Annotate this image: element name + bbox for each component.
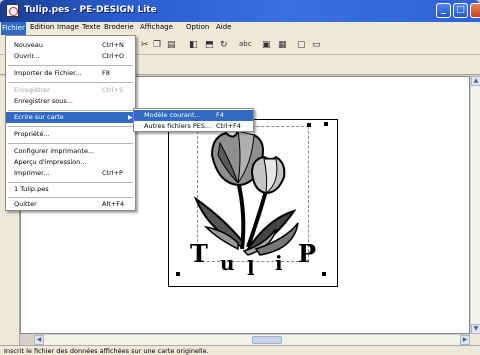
mirror-icon[interactable]: ◧	[189, 40, 198, 50]
scroll-up-icon[interactable]: ▲	[471, 76, 480, 86]
design-letter-i: i	[275, 251, 283, 275]
menu-fichier[interactable]: Fichier	[1, 22, 26, 35]
menu-image[interactable]: Image	[57, 23, 79, 31]
menu-item-importer[interactable]: Importer de Fichier... F8	[6, 68, 135, 79]
menu-item-configurer-imprimante[interactable]: Configurer imprimante...	[6, 146, 135, 157]
rotate-icon[interactable]: ↻	[220, 40, 228, 50]
submenu-item-autres-fichiers[interactable]: Autres fichiers PES... Ctrl+F4	[134, 121, 253, 132]
menu-separator	[8, 82, 133, 83]
scroll-left-icon[interactable]: ◀	[34, 335, 44, 345]
tulip-design[interactable]: T u l i P	[168, 119, 338, 287]
scroll-corner	[470, 334, 480, 345]
menu-option[interactable]: Option	[186, 23, 209, 31]
status-text: Inscrit le fichier des données affichées…	[4, 347, 209, 355]
menu-item-recent-file[interactable]: 1 Tulip.pes	[6, 184, 135, 195]
horizontal-scrollbar[interactable]: ◀ ▶	[34, 334, 470, 345]
window-title: Tulip.pes - PE-DESIGN Lite	[24, 5, 157, 15]
menu-item-enregistrer-sous[interactable]: Enregistrer sous...	[6, 96, 135, 107]
title-bar: Tulip.pes - PE-DESIGN Lite _ □	[0, 0, 480, 22]
menu-aide[interactable]: Aide	[216, 23, 231, 31]
submenu-arrow-icon: ▶	[128, 114, 133, 121]
menu-item-ouvrir[interactable]: Ouvrir... Ctrl+O	[6, 51, 135, 62]
close-button[interactable]	[470, 3, 480, 18]
design-letter-p: P	[298, 239, 316, 268]
menu-bar: Fichier Edition Image Texte Broderie Aff…	[0, 22, 480, 35]
minimize-button[interactable]: _	[436, 3, 451, 18]
app-icon[interactable]	[6, 4, 19, 17]
scroll-down-icon[interactable]: ▼	[471, 324, 480, 334]
menu-texte[interactable]: Texte	[82, 23, 100, 31]
menu-item-nouveau[interactable]: Nouveau Ctrl+N	[6, 40, 135, 51]
menu-separator	[8, 65, 133, 66]
menu-item-apercu[interactable]: Aperçu d'impression...	[6, 157, 135, 168]
zoom-icon[interactable]: ▭	[312, 40, 321, 50]
menu-item-propriete[interactable]: Propriété...	[6, 129, 135, 140]
menu-item-enregistrer[interactable]: Enregistrer Ctrl+S	[6, 85, 135, 96]
layout-icon[interactable]: ▣	[262, 40, 271, 50]
menu-edition[interactable]: Edition	[30, 23, 54, 31]
design-letter-l: l	[247, 256, 255, 280]
status-bar: Inscrit le fichier des données affichées…	[0, 345, 480, 355]
menu-broderie[interactable]: Broderie	[104, 23, 134, 31]
copy-icon[interactable]: ❐	[153, 40, 161, 50]
design-letter-u: u	[220, 251, 235, 275]
design-letter-t: T	[190, 239, 208, 268]
scroll-right-icon[interactable]: ▶	[460, 335, 470, 345]
preview-icon[interactable]: ▢	[297, 40, 306, 50]
menu-separator	[8, 110, 133, 111]
menu-affichage[interactable]: Affichage	[140, 23, 173, 31]
maximize-button[interactable]: □	[453, 3, 468, 18]
menu-item-ecrire-sur-carte[interactable]: Ecrire sur carte ▶	[6, 112, 135, 123]
scroll-thumb[interactable]	[252, 336, 282, 344]
paste-icon[interactable]: ▤	[167, 40, 176, 50]
menu-separator	[8, 143, 133, 144]
menu-separator	[8, 182, 133, 183]
spellcheck-icon[interactable]: abc	[239, 40, 252, 48]
grid-icon[interactable]: ▦	[278, 40, 287, 50]
vertical-scrollbar[interactable]: ▲ ▼	[470, 76, 480, 334]
flip-icon[interactable]: ⬒	[205, 40, 214, 50]
cut-icon[interactable]: ✂	[141, 40, 149, 50]
menu-separator	[8, 126, 133, 127]
write-card-submenu: Modèle courant... F4 Autres fichiers PES.…	[133, 108, 254, 132]
submenu-item-modele-courant[interactable]: Modèle courant... F4	[134, 110, 253, 121]
menu-item-imprimer[interactable]: Imprimer... Ctrl+P	[6, 168, 135, 179]
menu-item-quitter[interactable]: Quitter Alt+F4	[6, 199, 135, 210]
file-menu: Nouveau Ctrl+N Ouvrir... Ctrl+O Importer d…	[5, 35, 136, 211]
menu-separator	[8, 197, 133, 198]
